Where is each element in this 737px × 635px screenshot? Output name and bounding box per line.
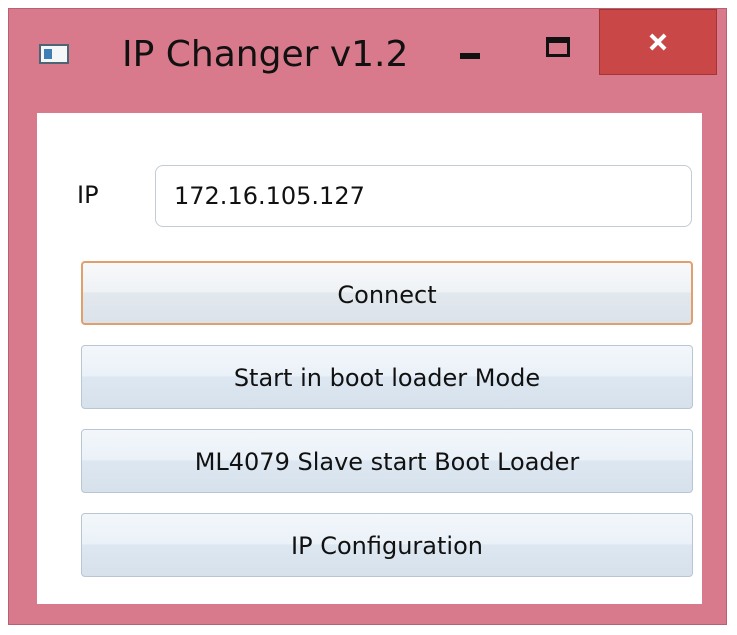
- start-boot-loader-mode-button[interactable]: Start in boot loader Mode: [81, 345, 693, 409]
- close-icon[interactable]: [600, 10, 716, 74]
- minimize-icon[interactable]: [447, 35, 497, 75]
- app-window-icon[interactable]: [39, 44, 69, 64]
- connect-button[interactable]: Connect: [81, 261, 693, 325]
- ml4079-slave-boot-loader-button[interactable]: ML4079 Slave start Boot Loader: [81, 429, 693, 493]
- title-bar[interactable]: IP Changer v1.2: [9, 9, 726, 105]
- close-button[interactable]: [599, 9, 717, 75]
- ip-input[interactable]: [155, 165, 692, 227]
- window-title: IP Changer v1.2: [122, 34, 409, 75]
- ip-label: IP: [77, 181, 99, 209]
- ip-configuration-button[interactable]: IP Configuration: [81, 513, 693, 577]
- app-window: IP Changer v1.2 IP Connect Start in boot…: [8, 8, 727, 625]
- maximize-icon[interactable]: [533, 27, 583, 67]
- client-area: IP Connect Start in boot loader Mode ML4…: [37, 113, 702, 604]
